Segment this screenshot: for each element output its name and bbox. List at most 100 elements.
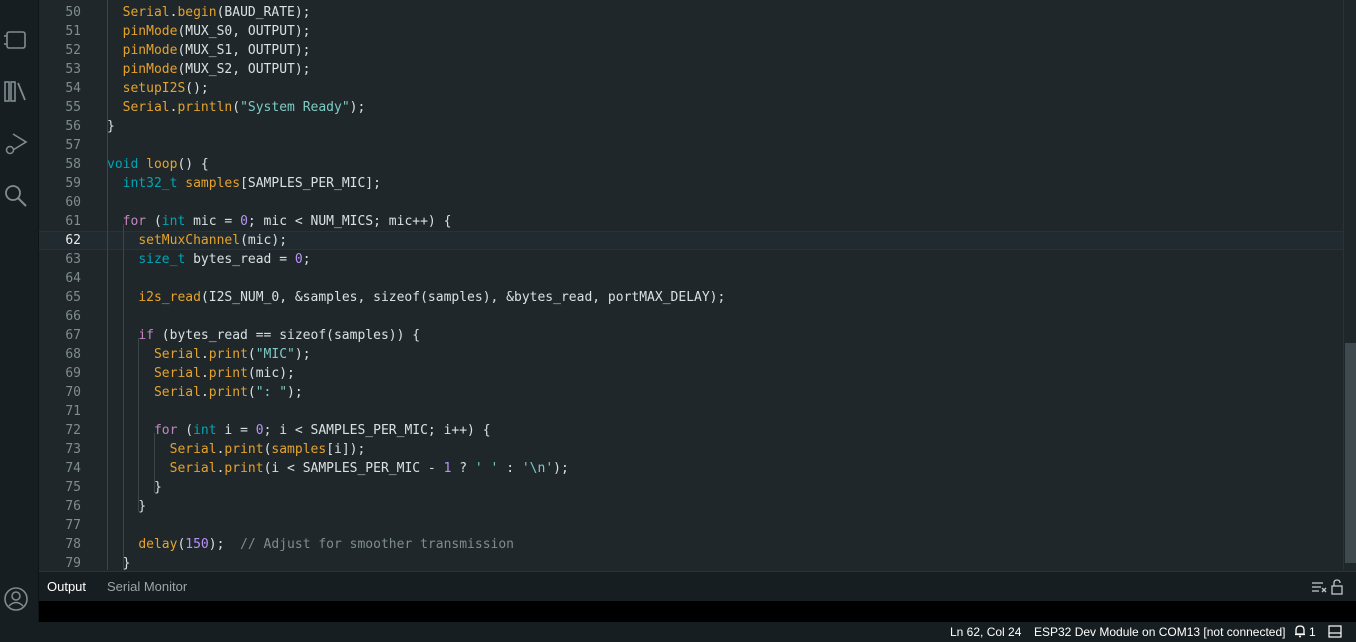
code-line[interactable]: 53 pinMode(MUX_S2, OUTPUT); <box>39 60 1344 79</box>
line-number: 55 <box>65 100 81 115</box>
sketchbook-icon[interactable] <box>2 26 30 54</box>
search-icon[interactable] <box>2 182 30 210</box>
line-number: 52 <box>65 43 81 58</box>
line-code: setupI2S(); <box>107 79 209 98</box>
code-line[interactable]: 62 setMuxChannel(mic); <box>39 231 1344 250</box>
code-line[interactable]: 76 } <box>39 497 1344 516</box>
debug-icon[interactable] <box>2 130 30 158</box>
code-token: . <box>200 366 209 381</box>
code-line[interactable]: 66 <box>39 307 1344 326</box>
code-line[interactable]: 65 i2s_read(I2S_NUM_0, &samples, sizeof(… <box>39 288 1344 307</box>
code-token: . <box>200 347 209 362</box>
code-line[interactable]: 51 pinMode(MUX_S0, OUTPUT); <box>39 22 1344 41</box>
line-code: int32_t samples[SAMPLES_PER_MIC]; <box>107 174 381 193</box>
code-line[interactable]: 72 for (int i = 0; i < SAMPLES_PER_MIC; … <box>39 421 1344 440</box>
board-status[interactable]: ESP32 Dev Module on COM13 [not connected… <box>1034 625 1285 639</box>
code-token: pinMode <box>122 43 178 58</box>
line-code: pinMode(MUX_S0, OUTPUT); <box>107 22 311 41</box>
code-line[interactable]: 56} <box>39 117 1344 136</box>
tab-serial-monitor[interactable]: Serial Monitor <box>107 579 187 594</box>
code-token: Serial <box>169 442 217 457</box>
code-line[interactable]: 59 int32_t samples[SAMPLES_PER_MIC]; <box>39 174 1344 193</box>
code-token: bytes_read = <box>185 252 295 267</box>
code-line[interactable]: 67 if (bytes_read == sizeof(samples)) { <box>39 326 1344 345</box>
code-editor[interactable]: 50 Serial.begin(BAUD_RATE); 51 pinMode(MU… <box>39 0 1356 570</box>
code-token: (mic); <box>240 233 288 248</box>
library-manager-icon[interactable] <box>2 78 30 106</box>
indent-guide <box>154 433 155 493</box>
code-line[interactable]: 60 <box>39 193 1344 212</box>
code-token: begin <box>177 5 217 20</box>
code-token: ); <box>208 537 241 552</box>
code-token: delay <box>138 537 178 552</box>
account-icon[interactable] <box>2 585 30 613</box>
code-line[interactable]: 74 Serial.print(i < SAMPLES_PER_MIC - 1 … <box>39 459 1344 478</box>
code-token: [i]); <box>326 442 366 457</box>
code-token: } <box>107 499 147 514</box>
code-line[interactable]: 78 delay(150); // Adjust for smoother tr… <box>39 535 1344 554</box>
output-console[interactable] <box>39 601 1356 622</box>
code-line[interactable]: 68 Serial.print("MIC"); <box>39 345 1344 364</box>
line-code: Serial.println("System Ready"); <box>107 98 366 117</box>
line-number: 66 <box>65 309 81 324</box>
line-number: 53 <box>65 62 81 77</box>
code-line[interactable]: 54 setupI2S(); <box>39 79 1344 98</box>
code-token: 0 <box>240 214 248 229</box>
code-line[interactable]: 75 } <box>39 478 1344 497</box>
code-token: ( <box>232 100 241 115</box>
code-line[interactable]: 61 for (int mic = 0; mic < NUM_MICS; mic… <box>39 212 1344 231</box>
code-line[interactable]: 50 Serial.begin(BAUD_RATE); <box>39 3 1344 22</box>
line-number: 70 <box>65 385 81 400</box>
code-token: "MIC" <box>255 347 295 362</box>
code-token: ; i < SAMPLES_PER_MIC; i++) { <box>263 423 491 438</box>
code-token: mic = <box>185 214 241 229</box>
clear-output-icon[interactable] <box>1311 579 1327 595</box>
code-line[interactable]: 57 <box>39 136 1344 155</box>
notification-bell-icon[interactable] <box>1293 624 1307 638</box>
cursor-position[interactable]: Ln 62, Col 24 <box>950 625 1021 639</box>
line-number: 56 <box>65 119 81 134</box>
editor-scrollbar[interactable] <box>1343 0 1356 570</box>
code-token: for <box>153 423 178 438</box>
tab-output[interactable]: Output <box>47 579 86 594</box>
code-token: pinMode <box>122 24 178 39</box>
line-number: 67 <box>65 328 81 343</box>
code-line[interactable]: 77 <box>39 516 1344 535</box>
code-line[interactable]: 52 pinMode(MUX_S1, OUTPUT); <box>39 41 1344 60</box>
code-line[interactable]: 71 <box>39 402 1344 421</box>
code-token: setupI2S <box>122 81 186 96</box>
code-token: setMuxChannel <box>138 233 241 248</box>
indent-guide <box>123 224 124 570</box>
line-number: 57 <box>65 138 81 153</box>
line-number: 77 <box>65 518 81 533</box>
lock-scroll-icon[interactable] <box>1330 579 1344 595</box>
code-line[interactable]: 63 size_t bytes_read = 0; <box>39 250 1344 269</box>
line-code: void loop() { <box>107 155 209 174</box>
line-number: 51 <box>65 24 81 39</box>
code-token: ); <box>294 347 311 362</box>
code-line[interactable]: 64 <box>39 269 1344 288</box>
code-token: ); <box>287 385 303 400</box>
code-line[interactable]: 58 void loop() { <box>39 155 1344 174</box>
code-line[interactable]: 73 Serial.print(samples[i]); <box>39 440 1344 459</box>
line-code: if (bytes_read == sizeof(samples)) { <box>107 326 420 345</box>
code-line[interactable]: 55 Serial.println("System Ready"); <box>39 98 1344 117</box>
line-number: 76 <box>65 499 81 514</box>
code-line[interactable]: 79 } <box>39 554 1344 570</box>
toggle-panel-icon[interactable] <box>1328 625 1342 638</box>
code-token: ; <box>302 252 311 267</box>
code-token: ": " <box>255 385 288 400</box>
code-token: print <box>208 366 248 381</box>
line-code: pinMode(MUX_S2, OUTPUT); <box>107 60 311 79</box>
code-token: samples <box>271 442 327 457</box>
code-line[interactable]: 70 Serial.print(": "); <box>39 383 1344 402</box>
scrollbar-thumb[interactable] <box>1345 343 1356 563</box>
code-token: void <box>107 157 139 172</box>
code-token: () { <box>177 157 209 172</box>
line-code: delay(150); // Adjust for smoother trans… <box>107 535 514 554</box>
code-token: : <box>498 461 522 476</box>
code-line[interactable]: 69 Serial.print(mic); <box>39 364 1344 383</box>
